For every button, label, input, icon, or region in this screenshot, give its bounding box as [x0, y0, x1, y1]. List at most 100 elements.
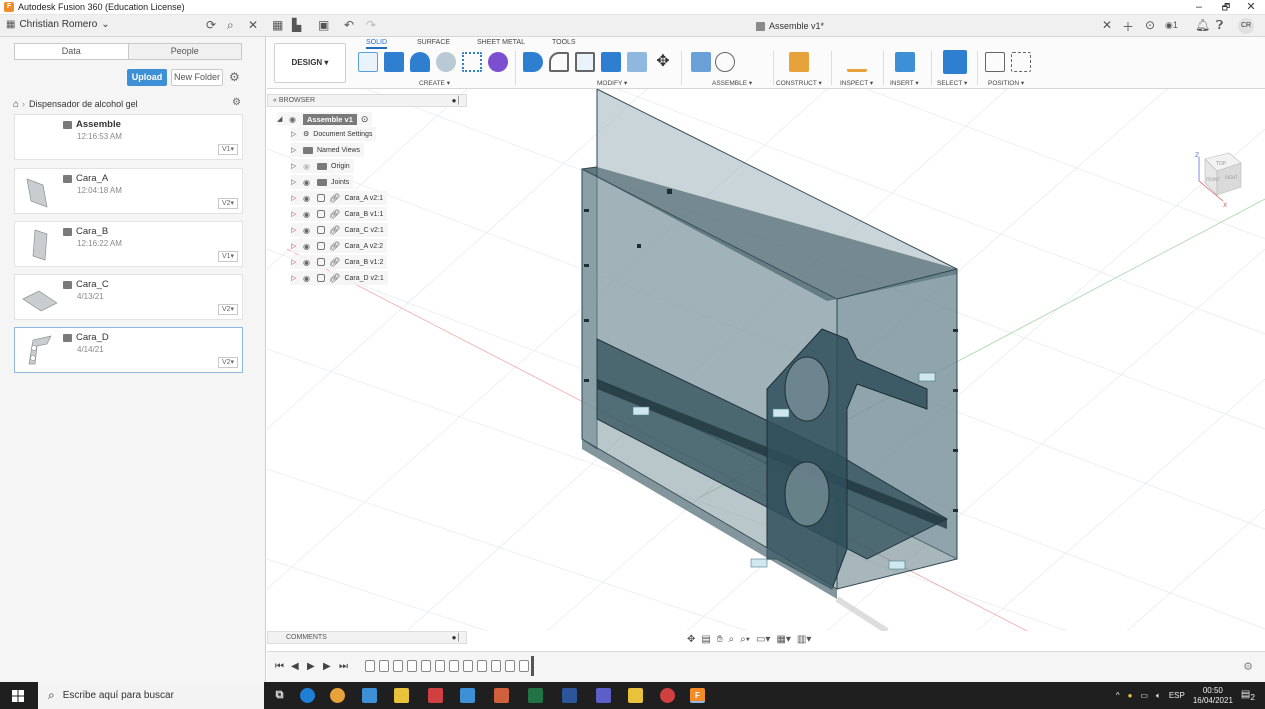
upload-button[interactable]: Upload [127, 69, 167, 86]
close-panel-icon[interactable]: ✕ [248, 18, 258, 32]
pan-icon[interactable]: ✋︎ [717, 634, 723, 645]
extrude-icon[interactable] [384, 52, 404, 72]
powerpoint-icon[interactable] [494, 688, 509, 703]
group-modify[interactable]: MODIFY ▾ [597, 79, 627, 87]
timeline-feature[interactable] [407, 660, 417, 672]
browser-item-joints[interactable]: ▷ ◉ Joints [291, 175, 354, 189]
browser-component-row[interactable]: ▷ ◉ 🔗︎ Cara_C v2:1 [291, 223, 388, 237]
tab-solid[interactable]: SOLID [366, 39, 388, 49]
visibility-eye-icon[interactable]: ◉ [303, 194, 313, 203]
chevron-up-icon[interactable]: ^ [1116, 691, 1120, 700]
expand-triangle-icon[interactable]: ▷ [291, 178, 299, 186]
visibility-eye-icon[interactable]: ◉ [303, 210, 313, 219]
expand-triangle-icon[interactable]: ▷ [291, 130, 299, 138]
browser-component-row[interactable]: ▷ ◉ 🔗︎ Cara_A v2:1 [291, 191, 387, 205]
version-dropdown[interactable]: V1▾ [218, 144, 238, 155]
view-cube-front[interactable]: FRONT [1206, 177, 1220, 182]
expand-triangle-icon[interactable]: ▷ [291, 242, 299, 250]
group-construct[interactable]: CONSTRUCT ▾ [776, 79, 822, 87]
step-forward-icon[interactable]: ▶︎ [323, 661, 331, 672]
close-button[interactable]: ✕ [1237, 0, 1265, 15]
timeline-feature[interactable] [421, 660, 431, 672]
display-settings-icon[interactable]: ▭▾ [756, 634, 770, 645]
grid-settings-icon[interactable]: ▦▾ [776, 634, 790, 645]
file-card-cara-b[interactable]: Cara_B 12:16:22 AM V1▾ [14, 221, 243, 267]
group-select[interactable]: SELECT ▾ [937, 79, 967, 87]
refresh-icon[interactable]: ⟳ [206, 18, 216, 32]
timeline-feature[interactable] [463, 660, 473, 672]
timeline-feature[interactable] [505, 660, 515, 672]
new-folder-button[interactable]: New Folder [171, 69, 223, 86]
create-sketch-icon[interactable] [358, 52, 378, 72]
play-icon[interactable]: ▶ [307, 661, 315, 672]
zoom-icon[interactable]: ⌕ [729, 634, 735, 645]
viewports-icon[interactable]: ▥▾ [797, 634, 811, 645]
file-card-assemble[interactable]: Assemble 12:16:53 AM V1▾ [14, 114, 243, 160]
visibility-eye-icon[interactable]: ◉ [303, 226, 313, 235]
browser-root[interactable]: ◢ ◉ Assemble v1 ⊙ [277, 112, 373, 126]
tab-surface[interactable]: SURFACE [417, 39, 450, 46]
taskbar-search[interactable]: ⌕ Escribe aquí para buscar [38, 682, 264, 709]
pattern-icon[interactable] [462, 52, 482, 72]
activate-radio-icon[interactable]: ⊙ [361, 114, 369, 125]
file-menu-icon[interactable]: ▙ [292, 18, 301, 32]
revert-position-icon[interactable] [1011, 52, 1031, 72]
expand-triangle-icon[interactable]: ▷ [291, 210, 299, 218]
file-explorer-icon[interactable] [362, 688, 377, 703]
project-folder[interactable]: Dispensador de alcohol gel [29, 99, 138, 109]
group-insert[interactable]: INSERT ▾ [890, 79, 919, 87]
expand-triangle-icon[interactable]: ◢ [277, 115, 285, 123]
measure-icon[interactable] [847, 52, 867, 72]
excel-icon[interactable] [528, 688, 543, 703]
sweep-icon[interactable] [436, 52, 456, 72]
windows-start-icon[interactable] [12, 690, 24, 702]
browser-item-origin[interactable]: ▷ ◉ Origin [291, 159, 354, 173]
browser-component-row[interactable]: ▷ ◉ 🔗︎ Cara_D v2:1 [291, 271, 388, 285]
combine-icon[interactable] [601, 52, 621, 72]
timeline-feature[interactable] [379, 660, 389, 672]
new-component-icon[interactable] [691, 52, 711, 72]
visibility-eye-icon[interactable]: ◉ [303, 258, 313, 267]
help-icon[interactable]: ❓︎ [1216, 18, 1223, 33]
tab-data[interactable]: Data [15, 44, 128, 59]
group-assemble[interactable]: ASSEMBLE ▾ [712, 79, 752, 87]
expand-triangle-icon[interactable]: ▷ [291, 258, 299, 266]
avatar[interactable]: CR [1238, 18, 1254, 34]
minimize-button[interactable]: – [1185, 0, 1213, 15]
notifications-icon[interactable]: 🔔︎ [1195, 18, 1210, 32]
capture-position-icon[interactable] [985, 52, 1005, 72]
browser-component-row[interactable]: ▷ ◉ 🔗︎ Cara_B v1:1 [291, 207, 388, 221]
move-icon[interactable]: ✥ [653, 52, 673, 72]
file-card-cara-d[interactable]: Cara_D 4/14/21 V2▾ [14, 327, 243, 373]
version-dropdown[interactable]: V2▾ [218, 357, 238, 368]
tab-sheet-metal[interactable]: SHEET METAL [477, 39, 525, 46]
group-create[interactable]: CREATE ▾ [419, 79, 450, 87]
visibility-eye-icon[interactable]: ◉ [303, 178, 313, 187]
offset-plane-icon[interactable] [789, 52, 809, 72]
timeline-feature[interactable] [491, 660, 501, 672]
browser-item-named-views[interactable]: ▷ Named Views [291, 143, 365, 157]
timeline-feature[interactable] [365, 660, 375, 672]
file-card-cara-a[interactable]: Cara_A 12:04:18 AM V2▾ [14, 168, 243, 214]
tab-people[interactable]: People [127, 44, 241, 59]
revolve-icon[interactable] [410, 52, 430, 72]
go-to-start-icon[interactable]: ⏮ [275, 661, 284, 672]
orbit-icon[interactable]: ✥ [687, 634, 695, 645]
media-icon[interactable] [460, 688, 475, 703]
browser-item-document-settings[interactable]: ▷ ⚙ Document Settings [291, 127, 377, 141]
version-dropdown[interactable]: V1▾ [218, 251, 238, 262]
fusion-taskbar-icon[interactable]: F [690, 688, 705, 703]
look-at-icon[interactable]: ▤ [701, 634, 710, 645]
chrome-icon[interactable] [330, 688, 345, 703]
view-cube-top[interactable]: TOP [1215, 161, 1226, 167]
fit-icon[interactable]: ⌕▾ [740, 634, 750, 645]
view-cube[interactable]: TOP FRONT RIGHT Z X [1189, 149, 1245, 209]
display-icon[interactable]: ▭ [1140, 691, 1148, 700]
timeline-marker[interactable] [531, 656, 534, 676]
shell-icon[interactable] [575, 52, 595, 72]
volume-icon[interactable]: 🔈︎ [1156, 691, 1161, 701]
timeline-feature[interactable] [477, 660, 487, 672]
visibility-eye-icon[interactable]: ◉ [303, 162, 313, 171]
workspace-switcher[interactable]: DESIGN ▾ [274, 43, 346, 83]
task-view-icon[interactable]: ⧉ [272, 688, 287, 703]
